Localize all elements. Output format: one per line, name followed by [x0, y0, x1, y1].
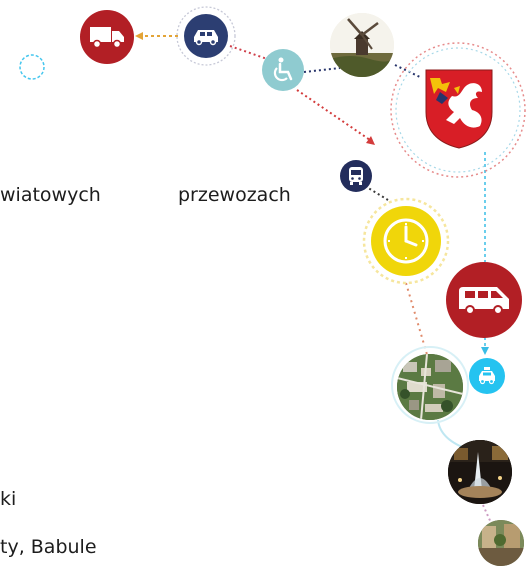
text-line-2: ki	[0, 488, 17, 510]
fountain-night-photo	[448, 440, 512, 504]
windmill-photo	[330, 13, 394, 77]
coat-of-arms-griffin	[424, 68, 494, 150]
text-line-3: ty, Babule	[0, 536, 97, 558]
taxi-icon	[469, 358, 505, 394]
bus-icon	[340, 160, 372, 192]
clock-icon	[371, 206, 441, 276]
aerial-town-photo	[397, 354, 463, 420]
delivery-truck-icon	[80, 10, 134, 64]
street-photo	[478, 520, 524, 566]
wheelchair-icon	[262, 49, 304, 91]
text-line-1-right: przewozach	[178, 184, 291, 206]
van-icon	[446, 262, 522, 338]
text-line-1-left: wiatowych	[0, 184, 101, 206]
car-icon	[184, 14, 228, 58]
